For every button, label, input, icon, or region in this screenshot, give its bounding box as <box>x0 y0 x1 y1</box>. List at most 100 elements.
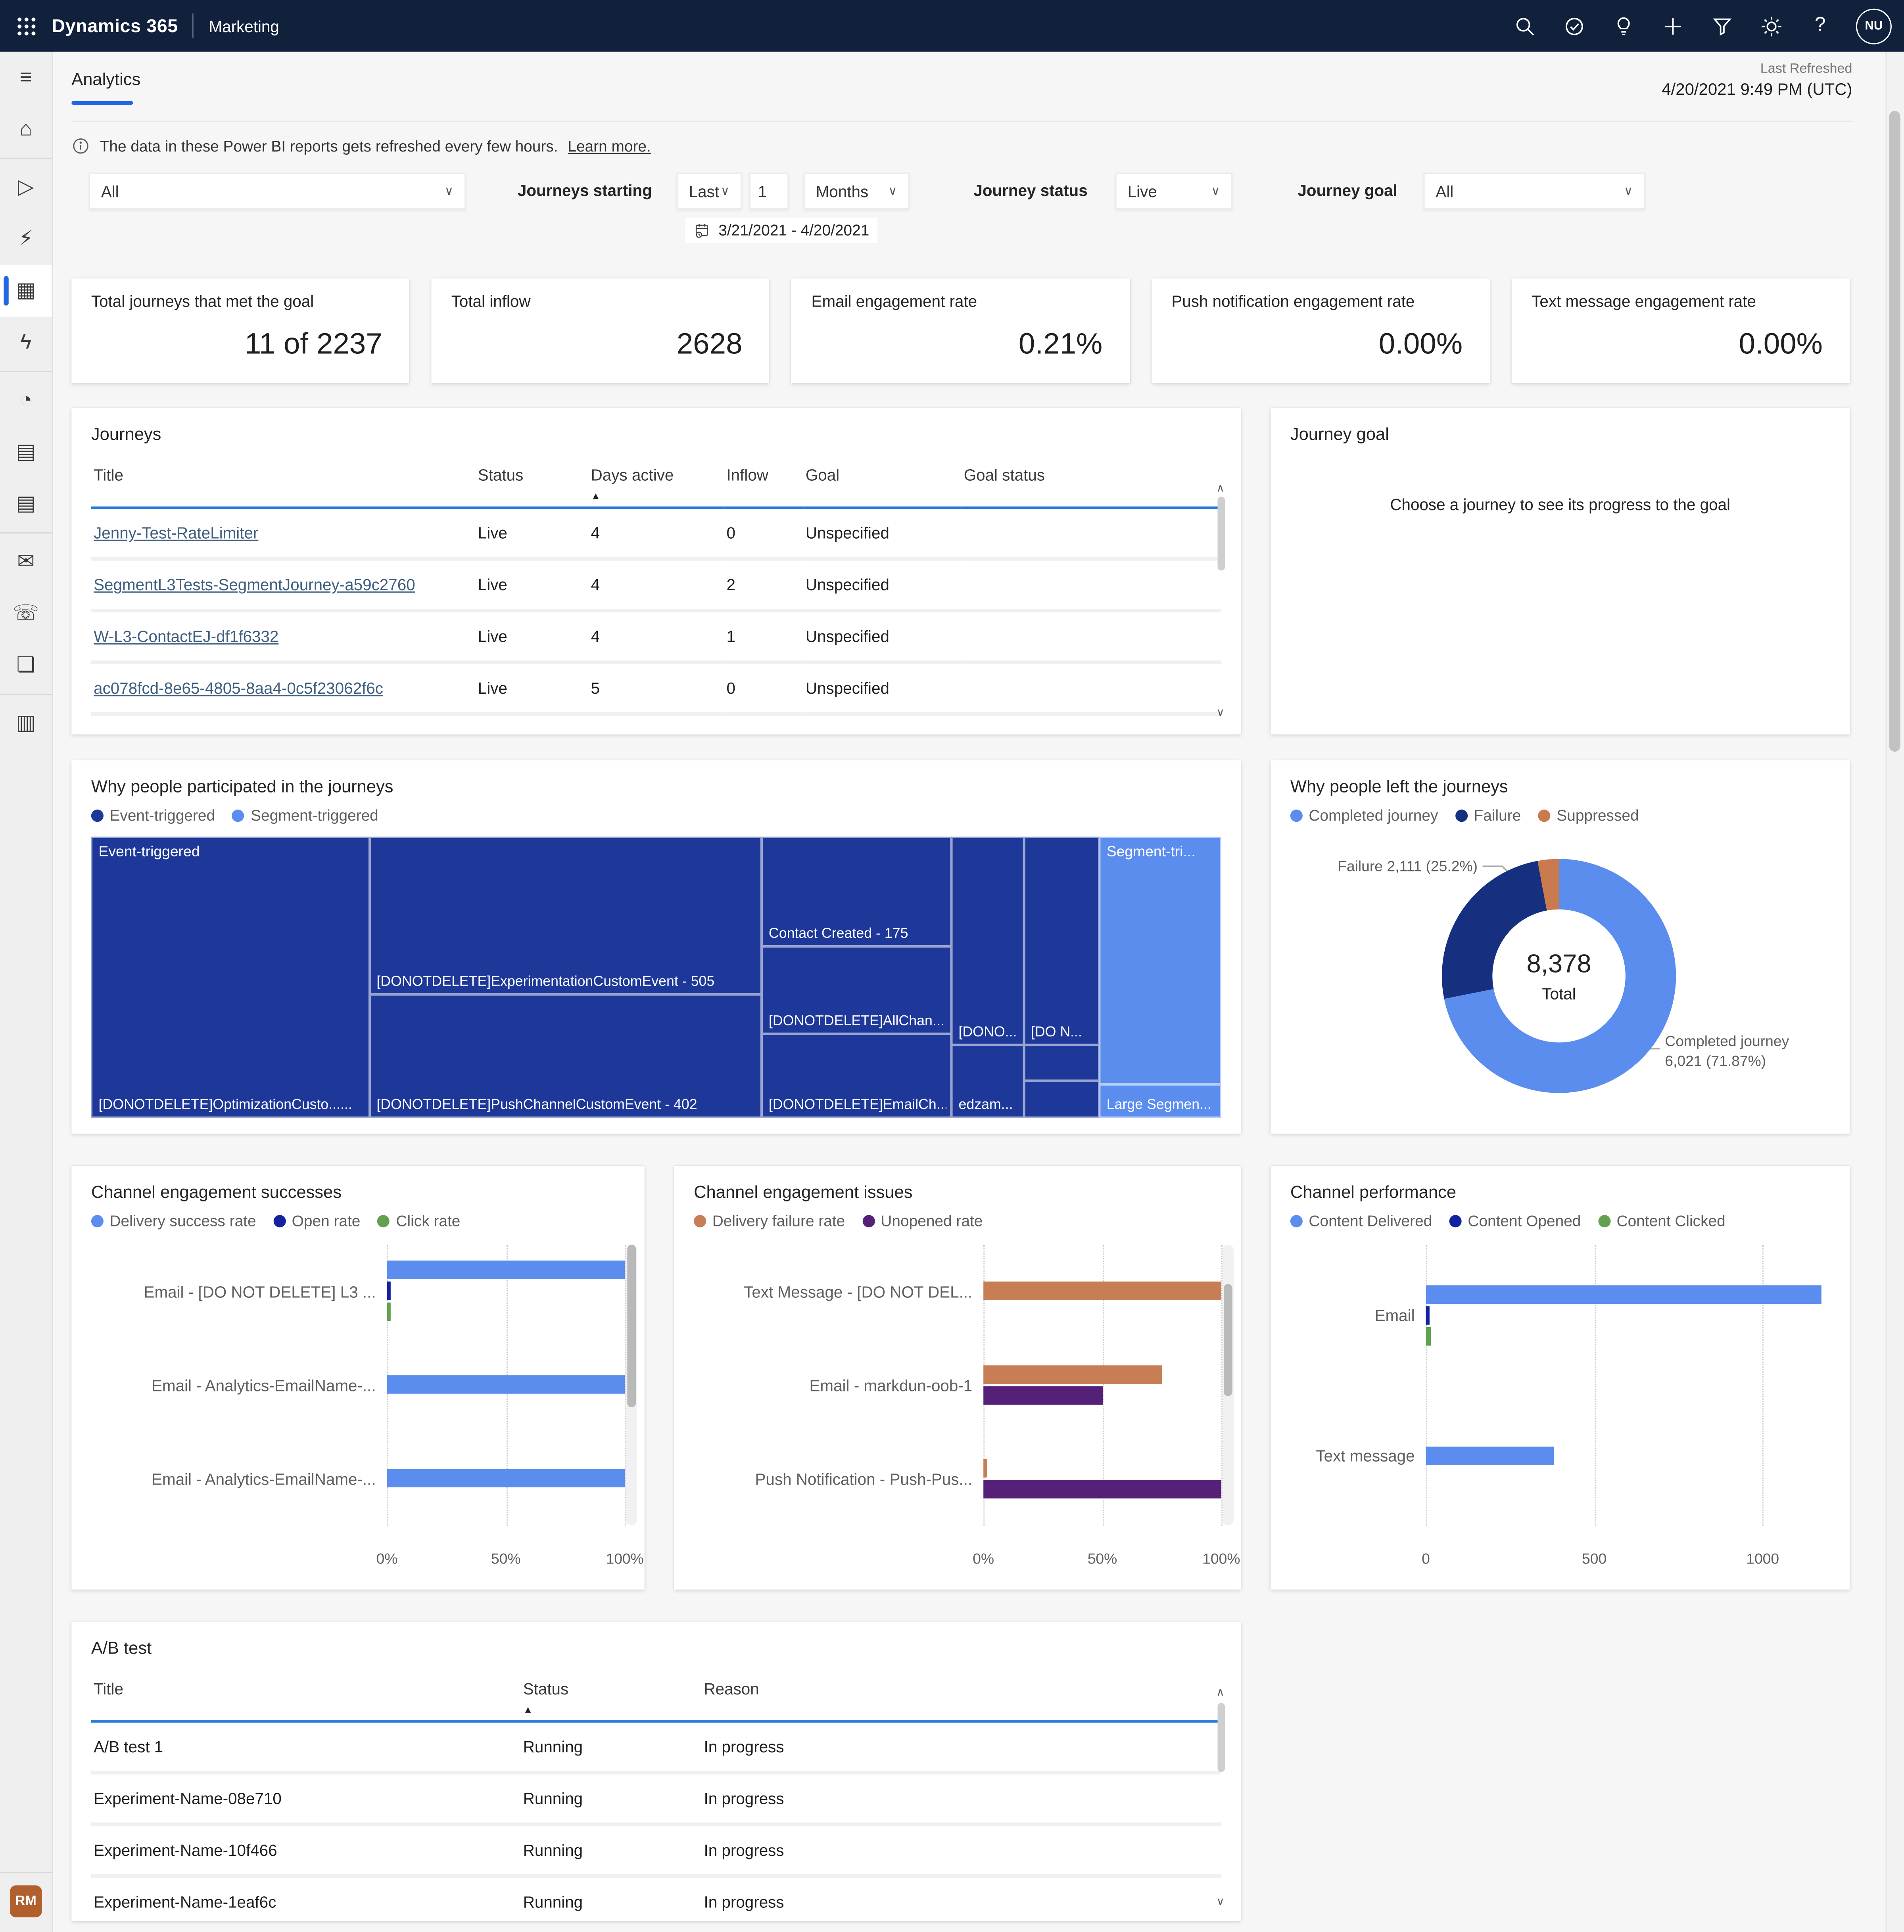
page-scrollbar[interactable] <box>1885 52 1904 1932</box>
ab-test-scrollbar[interactable]: ∧ ∨ <box>1214 1686 1228 1909</box>
sidebar-item-library[interactable]: ▥ <box>0 697 52 749</box>
table-row[interactable]: Experiment-Name-1eaf6cRunningIn progress <box>91 1876 1221 1916</box>
environment-badge[interactable]: RM <box>10 1885 42 1917</box>
table-row[interactable]: SegmentL3Tests-SegmentJourney-a59c2760Li… <box>91 559 1221 610</box>
table-row[interactable]: Experiment-Name-08e710RunningIn progress <box>91 1773 1221 1824</box>
sidebar-item-analytics[interactable]: ▦ <box>0 265 52 317</box>
column-header[interactable]: Days active▲ <box>588 456 724 508</box>
kpi-value: 0.00% <box>1532 328 1830 362</box>
page-scrollbar-thumb[interactable] <box>1889 111 1900 752</box>
sidebar-item-email[interactable]: ✉ <box>0 536 52 587</box>
completed-callout: Completed journey 6,021 (71.87%) <box>1665 1031 1789 1071</box>
scroll-up-icon[interactable]: ∧ <box>1216 482 1224 495</box>
column-header[interactable]: Status <box>476 456 589 508</box>
sidebar-item-chat[interactable]: ❏ <box>0 639 52 691</box>
filter-bar: All∨ Journeys starting Last∨ 1 Months∨ 3… <box>71 173 1850 254</box>
table-row[interactable]: A/B test 1RunningIn progress <box>91 1721 1221 1773</box>
column-header[interactable]: Goal status <box>961 456 1221 508</box>
chevron-down-icon: ∨ <box>888 184 897 198</box>
category-label: Push Notification - Push-Pus... <box>694 1432 983 1525</box>
journey-link[interactable]: SegmentL3Tests-SegmentJourney-a59c2760 <box>94 576 415 594</box>
journey-link[interactable]: W-L3-ContactEJ-df1f6332 <box>94 627 278 646</box>
chevron-down-icon: ∨ <box>1624 184 1633 198</box>
sidebar-item-email-templates[interactable]: ▤ <box>0 426 52 478</box>
treemap-legend: Event-triggeredSegment-triggered <box>91 807 1221 824</box>
treemap-cell: [DONOTDELETE]ExperimentationCustomEvent … <box>369 837 762 994</box>
tab-analytics[interactable]: Analytics <box>71 69 140 89</box>
table-cell: Running <box>520 1721 701 1773</box>
lightbulb-icon[interactable] <box>1605 8 1641 44</box>
donut-total-label: Total <box>1542 984 1576 1003</box>
email-templates-icon: ▤ <box>16 440 36 464</box>
sidebar-item-menu[interactable]: ≡ <box>0 52 52 103</box>
journey-filter-select[interactable]: All∨ <box>89 173 466 209</box>
column-header[interactable]: Title <box>91 456 476 508</box>
category-label: Text message <box>1290 1385 1426 1525</box>
treemap-cell: Large Segmen... <box>1099 1084 1221 1118</box>
kpi-value: 11 of 2237 <box>91 328 390 362</box>
starting-count-input[interactable]: 1 <box>749 173 789 209</box>
user-avatar[interactable]: NU <box>1856 8 1892 44</box>
waffle-menu-icon[interactable] <box>0 0 52 52</box>
category-label: Email - [DO NOT DELETE] L3 ... <box>91 1245 387 1338</box>
column-header[interactable]: Status▲ <box>520 1670 701 1721</box>
treemap-cell <box>1023 1081 1099 1118</box>
content-templates-icon: ▤ <box>16 492 36 516</box>
kpi-card: Text message engagement rate0.00% <box>1512 278 1850 383</box>
real-time-triggers-icon: ϟ <box>20 330 31 355</box>
filter-icon[interactable] <box>1703 8 1740 44</box>
bar <box>983 1365 1162 1384</box>
customer-journeys-icon: ⚡ <box>19 227 33 251</box>
tab-active-indicator <box>71 101 133 105</box>
journeys-starting-label: Journeys starting <box>518 181 652 200</box>
chart-scrollbar[interactable] <box>626 1245 637 1525</box>
journey-status-select[interactable]: Live∨ <box>1115 173 1232 209</box>
column-header[interactable]: Reason <box>701 1670 1221 1721</box>
journey-link[interactable]: ac078fcd-8e65-4805-8aa4-0c5f23062f6c <box>94 679 383 698</box>
search-icon[interactable] <box>1506 8 1543 44</box>
chart-scrollbar[interactable] <box>1223 1245 1234 1525</box>
starting-mode-select[interactable]: Last∨ <box>677 173 742 209</box>
sidebar-item-content-templates[interactable]: ▤ <box>0 478 52 530</box>
app-title[interactable]: Dynamics 365 <box>52 15 178 36</box>
sidebar-item-home[interactable]: ⌂ <box>0 104 52 155</box>
sidebar-divider <box>0 1872 52 1873</box>
help-icon[interactable]: ? <box>1802 8 1839 44</box>
starting-unit-value: Months <box>816 182 868 200</box>
check-circle-icon[interactable] <box>1555 8 1592 44</box>
treemap-cell-label: Contact Created - 175 <box>769 927 946 941</box>
table-row[interactable]: Jenny-Test-RateLimiterLive40Unspecified <box>91 508 1221 559</box>
page-header: Analytics Last Refreshed 4/20/2021 9:49 … <box>71 52 1852 122</box>
journey-link[interactable]: Jenny-Test-RateLimiter <box>94 524 258 542</box>
top-app-bar: Dynamics 365 Marketing <box>0 0 1904 52</box>
x-axis-tick: 500 <box>1582 1550 1606 1567</box>
legend-item: Content Delivered <box>1290 1213 1432 1230</box>
scroll-up-icon[interactable]: ∧ <box>1216 1686 1224 1699</box>
scroll-down-icon[interactable]: ∨ <box>1216 1895 1224 1909</box>
journeys-table-scrollbar[interactable]: ∧ ∨ <box>1214 482 1228 720</box>
column-header[interactable]: Goal <box>803 456 962 508</box>
sidebar-item-customer-journeys[interactable]: ⚡ <box>0 213 52 265</box>
category-label: Email - Analytics-EmailName-... <box>91 1338 387 1432</box>
sidebar-item-segments[interactable]: ◔ <box>0 374 52 426</box>
table-row[interactable]: Experiment-Name-10f466RunningIn progress <box>91 1825 1221 1876</box>
add-icon[interactable] <box>1654 8 1691 44</box>
scroll-down-icon[interactable]: ∨ <box>1216 706 1224 719</box>
table-row[interactable]: CRM trainingLive50Unspecified <box>91 714 1221 724</box>
column-header[interactable]: Title <box>91 1670 521 1721</box>
sidebar-item-real-time-triggers[interactable]: ϟ <box>0 317 52 368</box>
table-row[interactable]: W-L3-ContactEJ-df1f6332Live41Unspecified <box>91 610 1221 662</box>
sidebar-item-text-message[interactable]: ☏ <box>0 588 52 639</box>
app-area-label[interactable]: Marketing <box>209 17 279 35</box>
journey-goal-select[interactable]: All∨ <box>1423 173 1645 209</box>
learn-more-link[interactable]: Learn more. <box>568 137 651 154</box>
sidebar-item-get-started[interactable]: ▷ <box>0 161 52 213</box>
kpi-card: Push notification engagement rate0.00% <box>1152 278 1490 383</box>
table-cell: Running <box>520 1825 701 1876</box>
settings-gear-icon[interactable] <box>1752 8 1789 44</box>
starting-unit-select[interactable]: Months ∨ <box>804 173 910 209</box>
table-cell: ac078fcd-8e65-4805-8aa4-0c5f23062f6c <box>91 662 476 714</box>
table-row[interactable]: ac078fcd-8e65-4805-8aa4-0c5f23062f6cLive… <box>91 662 1221 714</box>
text-message-icon: ☏ <box>13 601 39 626</box>
column-header[interactable]: Inflow <box>724 456 803 508</box>
